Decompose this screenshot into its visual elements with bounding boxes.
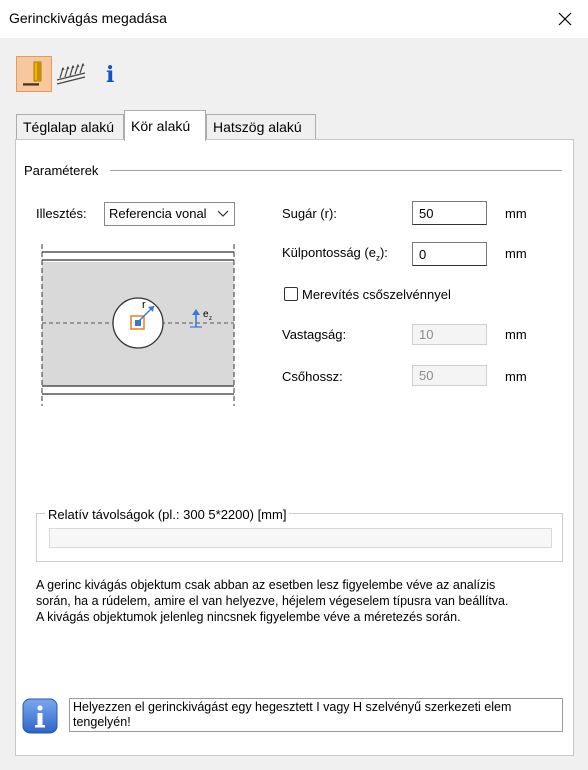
svg-text:i: i bbox=[106, 62, 114, 88]
note-line: A kivágás objektumok jelenleg nincsnek f… bbox=[36, 610, 461, 624]
note-line: A gerinc kivágás objektum csak abban az … bbox=[36, 578, 496, 592]
thickness-input[interactable] bbox=[412, 324, 487, 345]
note-line: során, ha a rúdelem, amire el van helyez… bbox=[36, 594, 509, 608]
radius-field-label: Sugár (r): bbox=[282, 206, 337, 221]
tab-panel: Paraméterek Illesztés: Referencia vonal … bbox=[15, 139, 574, 756]
alignment-label: Illesztés: bbox=[36, 206, 87, 221]
thickness-label: Vastagság: bbox=[282, 327, 347, 342]
thickness-unit: mm bbox=[505, 327, 527, 342]
stiffener-label: Merevítés csőszelvénnyel bbox=[302, 287, 451, 302]
pipe-length-unit: mm bbox=[505, 369, 527, 384]
alignment-select-value: Referencia vonal bbox=[109, 206, 207, 221]
web-cutout-diagram: r e z bbox=[41, 244, 235, 406]
close-button[interactable] bbox=[542, 0, 588, 38]
tab-circular-label: Kör alakú bbox=[131, 118, 191, 134]
hint-line-2: tengelyén! bbox=[73, 715, 131, 729]
info-icon: i bbox=[106, 62, 114, 88]
relative-distances-label: Relatív távolságok (pl.: 300 5*2200) [mm… bbox=[45, 507, 290, 522]
tab-rectangular-label: Téglalap alakú bbox=[23, 119, 115, 135]
alignment-select[interactable]: Referencia vonal bbox=[104, 202, 235, 226]
group-separator bbox=[110, 170, 562, 171]
window-title: Gerinckivágás megadása bbox=[9, 10, 167, 26]
pipe-length-label: Csőhossz: bbox=[282, 369, 343, 384]
weld-seam-tool-button[interactable] bbox=[54, 56, 90, 92]
web-cut-icon bbox=[23, 61, 42, 86]
eccentricity-subscript: z bbox=[209, 316, 212, 322]
eccentricity-label-suffix: ): bbox=[379, 245, 388, 260]
info-badge-icon bbox=[22, 698, 58, 734]
weld-seam-icon bbox=[56, 62, 86, 85]
tab-hexagonal-label: Hatszög alakú bbox=[213, 119, 302, 135]
eccentricity-input[interactable] bbox=[412, 242, 487, 266]
tab-hexagonal[interactable]: Hatszög alakú bbox=[206, 114, 316, 140]
eccentricity-field-label: Külpontosság (ez): bbox=[282, 245, 388, 263]
radius-label: r bbox=[142, 299, 146, 311]
eccentricity-unit: mm bbox=[505, 246, 527, 261]
radius-unit: mm bbox=[505, 206, 527, 221]
eccentricity-label-text: Külpontosság (e bbox=[282, 245, 376, 260]
info-tool-button[interactable]: i bbox=[96, 56, 124, 92]
analysis-note: A gerinc kivágás objektum csak abban az … bbox=[36, 577, 571, 625]
parameters-group-label: Paraméterek bbox=[24, 163, 99, 178]
relative-distances-input[interactable] bbox=[49, 528, 552, 548]
center-point bbox=[135, 320, 141, 326]
radius-input[interactable] bbox=[412, 201, 487, 225]
stiffener-checkbox[interactable] bbox=[284, 287, 298, 301]
web-cut-tool-button[interactable] bbox=[16, 56, 52, 92]
chevron-down-icon bbox=[217, 210, 229, 217]
title-bar: Gerinckivágás megadása bbox=[0, 0, 588, 38]
tab-circular[interactable]: Kör alakú bbox=[124, 110, 206, 141]
hint-line-1: Helyezzen el gerinckivágást egy hegeszte… bbox=[73, 700, 512, 714]
tab-rectangular[interactable]: Téglalap alakú bbox=[16, 114, 124, 140]
hint-text: Helyezzen el gerinckivágást egy hegeszte… bbox=[69, 698, 563, 732]
close-icon bbox=[558, 12, 572, 26]
pipe-length-input[interactable] bbox=[412, 365, 487, 386]
